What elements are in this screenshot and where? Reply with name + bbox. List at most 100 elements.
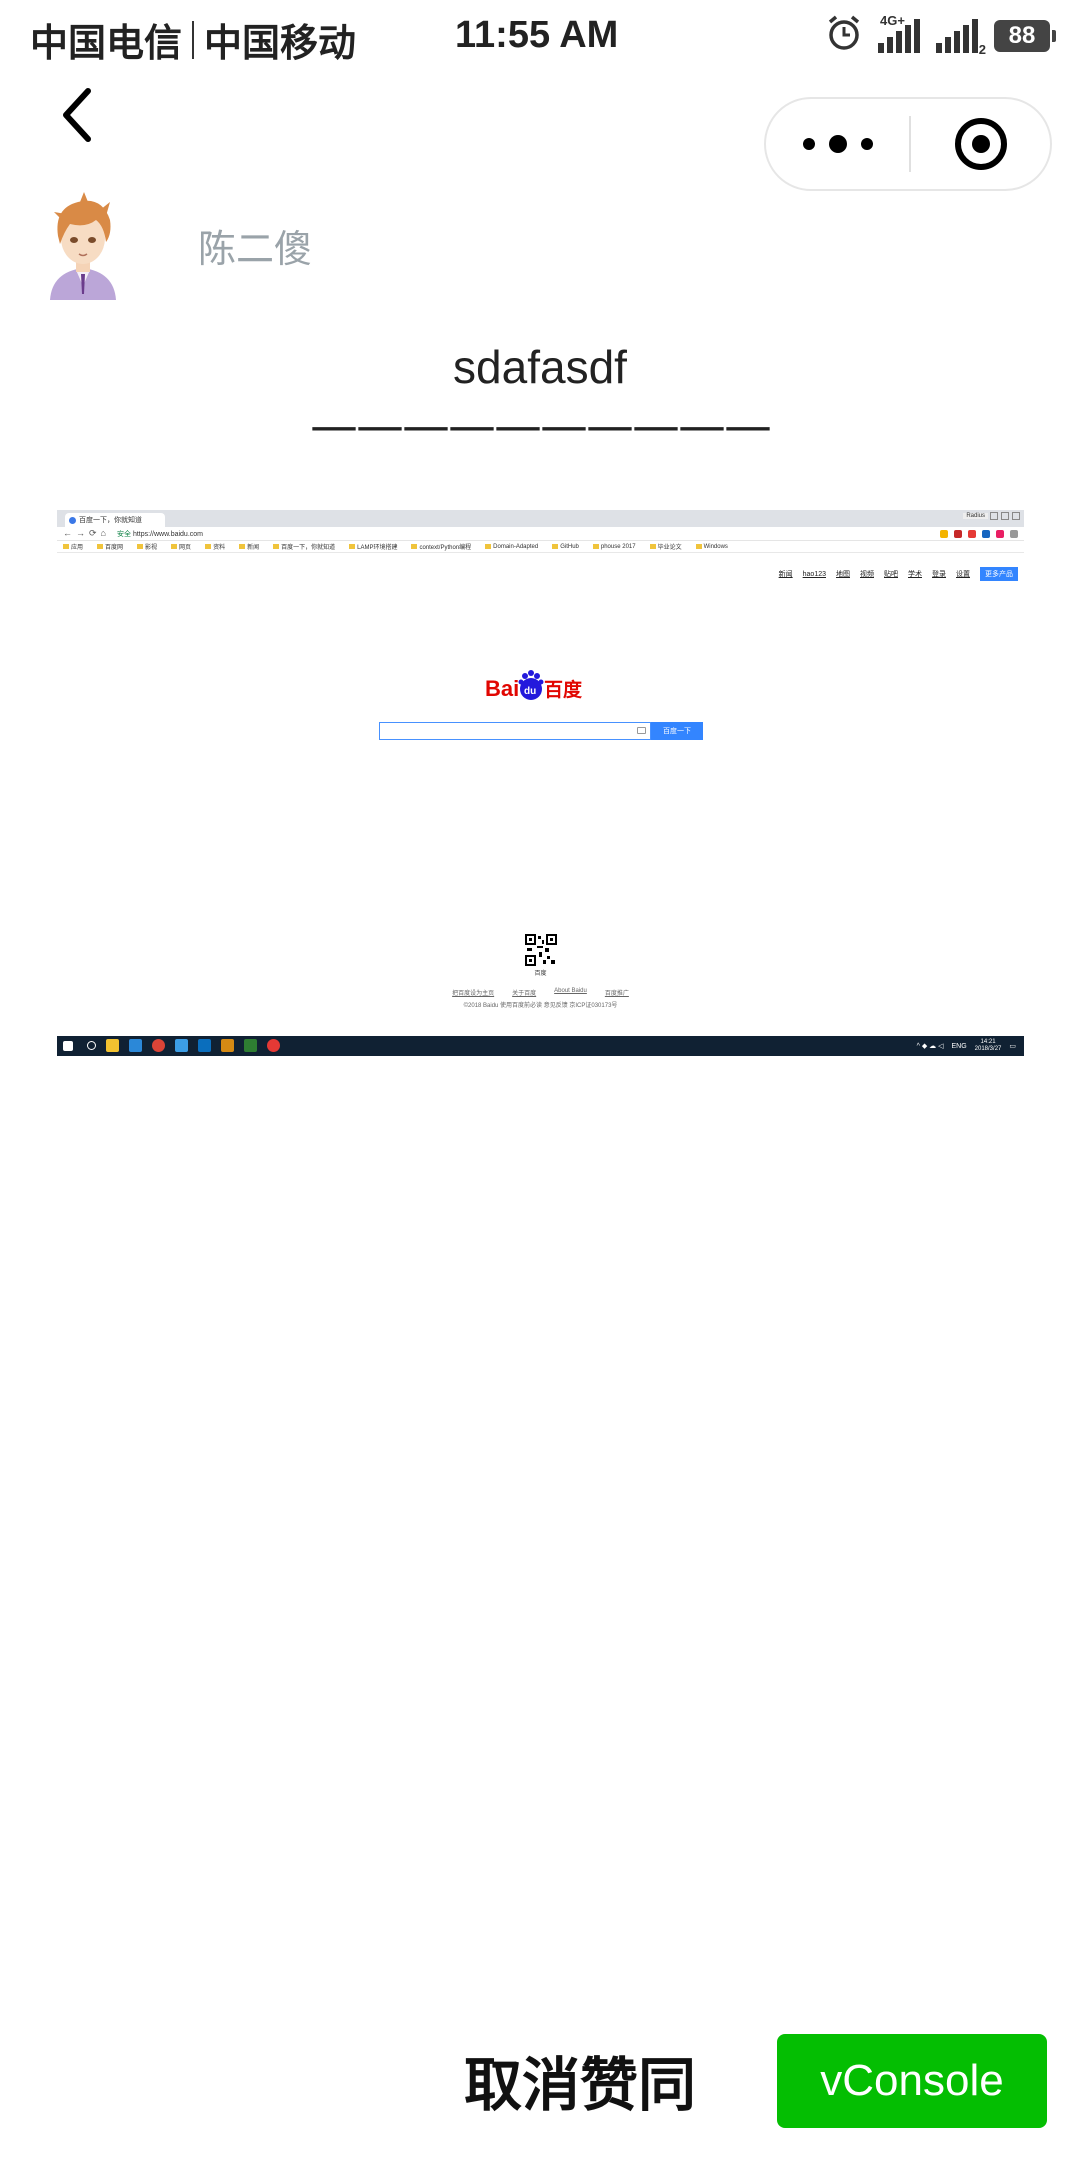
svg-text:百度: 百度 [544,678,583,701]
baidu-footer-links: 把百度设为主页 关于百度 About Baidu 百度推广 [57,988,1024,997]
bookmark-label: 网页 [179,545,192,551]
battery-icon: 88 [994,19,1056,52]
baidu-nav-link: hao123 [802,570,826,578]
bookmark-item: 新闻 [239,542,259,551]
bookmark-folder-icon [592,544,599,549]
bookmark-label: GitHub [560,543,579,550]
post-title: sdafasdf [453,341,627,393]
bookmark-item: 影视 [137,542,157,551]
url-text: https://www.baidu.com [132,531,203,538]
baidu-top-nav: 新闻 hao123 地图 视频 贴吧 学术 登录 设置 更多产品 [779,567,1018,581]
close-miniprogram-button[interactable] [911,99,1050,189]
bookmark-item: 百度网 [97,542,123,551]
bookmark-folder-icon [239,544,246,549]
bookmark-item: Domain-Adapted [485,544,538,550]
browser-tab-title: 百度一下，你就知道 [79,517,142,524]
chrome-icon [152,1039,165,1052]
baidu-search-input[interactable] [379,722,651,740]
bookmark-folder-icon [97,544,104,549]
bookmark-item: 毕业论文 [649,542,682,551]
system-tray: ^ ◆ ☁ ◁ ENG 14:21 2018/3/27 ▭ [917,1039,1016,1053]
bookmark-label: 新闻 [247,545,260,551]
svg-text:du: du [524,686,536,697]
bookmark-label: phouse 2017 [600,543,636,550]
carrier-2: 中国移动 [204,21,357,65]
bookmark-label: Domain-Adapted [493,543,539,550]
bookmark-label: 资料 [213,545,226,551]
post-image[interactable]: 百度一下，你就知道 Radius ←→⟳⌂ 安全 https://www.bai… [57,510,1024,1056]
bookmark-folder-icon [485,544,492,549]
bookmark-item: 百度一下，你就知道 [273,542,335,551]
author-name[interactable]: 陈二傻 [198,218,312,273]
app-icon [221,1039,234,1052]
baidu-footer-link: 关于百度 [512,991,537,997]
unlike-button[interactable]: 取消赞同 [440,2040,720,2120]
sim-slot-label: 2 [978,41,986,57]
qr-label: 百度 [534,971,547,977]
netease-music-icon [267,1039,280,1052]
author-row: 陈二傻 [40,190,312,300]
alarm-icon [826,14,862,57]
browser-nav-icons: ←→⟳⌂ [63,528,110,538]
more-products-button: 更多产品 [980,567,1018,581]
window-controls [990,512,1020,520]
bookmark-folder-icon [411,544,418,549]
bookmark-folder-icon [205,544,212,549]
vconsole-button[interactable]: vConsole [777,2034,1047,2128]
chevron-left-icon [63,88,91,142]
bookmark-folder-icon [137,544,144,549]
bookmark-label: 影视 [145,545,158,551]
status-icons: 4G+ 2 88 [826,13,1056,57]
bookmark-folder-icon [171,544,178,549]
avatar[interactable] [40,190,126,300]
browser-user-badge: Radius [963,513,988,519]
bookmark-folder-icon [63,544,69,549]
tray-date: 2018/3/27 [974,1046,1002,1052]
bookmark-item: 资料 [205,542,225,551]
svg-text:Bai: Bai [485,676,519,701]
more-icon [802,138,815,150]
carrier-1: 中国电信 [30,21,183,65]
bookmark-item: phouse 2017 [592,543,636,550]
bookmark-label: 应用 [71,545,84,551]
baidu-nav-link: 设置 [956,571,970,578]
notification-icon: ▭ [1009,1043,1016,1050]
camera-icon [637,727,646,734]
vscode-icon [198,1039,211,1052]
app-icon [244,1039,257,1052]
baidu-nav-link: 视频 [860,571,874,578]
bookmark-label: 毕业论文 [657,545,682,551]
bookmark-folder-icon [552,544,559,549]
baidu-nav-link: 地图 [836,571,850,578]
bookmarks-bar: 应用 百度网 影视 网页 资料 新闻 百度一下，你就知道 LAMP环境搭建 context/Py… [57,541,1024,553]
bookmark-label: 百度一下，你就知道 [281,545,336,551]
title-underline: —————————— [310,398,772,454]
bookmark-item: GitHub [552,544,579,550]
tray-clock: 14:21 2018/3/27 [975,1039,1002,1053]
bookmark-folder-icon [695,544,702,549]
status-bar: 中国电信 中国移动 11:55 AM 4G+ 2 88 [0,0,1080,76]
signal-icon: 4G+ [878,13,920,53]
bookmark-label: Windows [703,543,728,550]
baidu-footer-link: 把百度设为主页 [452,991,495,997]
baidu-search-button: 百度一下 [651,722,703,740]
more-button[interactable] [766,99,909,189]
document-icon [175,1039,188,1052]
back-button[interactable] [48,80,108,150]
bookmark-item: Windows [695,543,728,550]
bookmark-item: context/Python编程 [411,542,471,551]
bookmark-item: LAMP环境搭建 [349,542,397,551]
baidu-nav-link: 新闻 [778,571,793,578]
baidu-nav-link: 学术 [908,571,922,578]
secure-label: 安全 [117,531,131,538]
search-icon [87,1041,96,1050]
bookmark-item: 应用 [63,542,83,551]
close-miniprogram-icon [954,118,1007,170]
baidu-footer-link: 百度推广 [604,991,629,997]
browser-extension-icons [940,530,1018,538]
baidu-favicon-icon [69,517,76,524]
baidu-footer-link: About Baidu [554,988,587,994]
tray-icons: ^ ◆ ☁ ◁ [916,1043,944,1050]
browser-tab-bar: 百度一下，你就知道 Radius [57,510,1024,527]
bookmark-folder-icon [273,544,280,549]
